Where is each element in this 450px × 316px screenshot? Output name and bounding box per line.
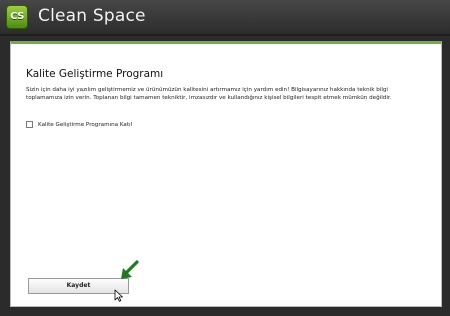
description-text: Sizin için daha iyi yazılım geliştirmemi… [26,87,392,101]
arrow-down-left-icon [121,260,139,279]
title-bar: CS Clean Space [0,0,450,34]
checkbox-label[interactable]: Kalite Geliştirme Programına Katıl [38,122,132,128]
app-logo: CS [6,5,28,29]
page-title: Kalite Geliştirme Programı [26,68,164,80]
quality-program-option[interactable]: Kalite Geliştirme Programına Katıl [26,121,132,128]
mouse-pointer-icon [114,289,123,302]
quality-program-checkbox[interactable] [26,121,33,128]
app-window: CS Clean Space Kalite Geliştirme Program… [0,0,450,316]
settings-panel: Kalite Geliştirme Programı Sizin için da… [10,41,442,307]
app-title: Clean Space [38,6,146,26]
